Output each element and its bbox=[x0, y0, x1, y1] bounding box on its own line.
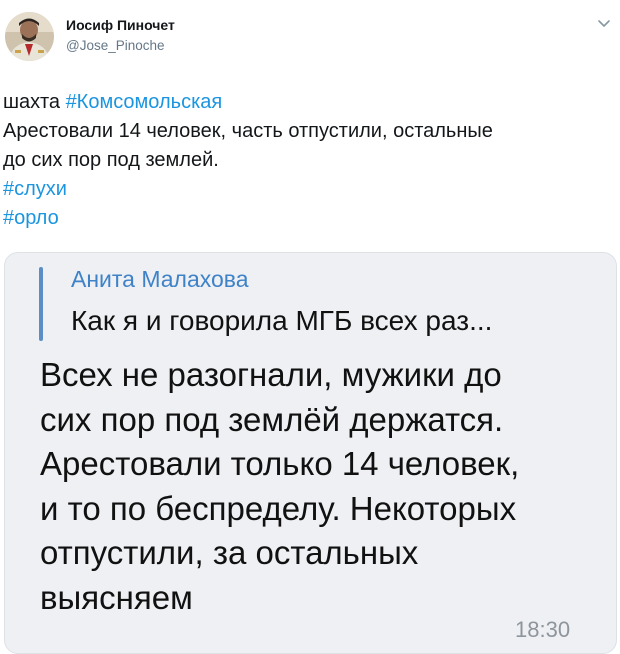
avatar[interactable] bbox=[5, 12, 54, 61]
message-line: Арестовали только 14 человек, bbox=[40, 445, 520, 482]
reply-author: Анита Малахова bbox=[71, 266, 249, 292]
message-body: Всех не разогнали, мужики до сих пор под… bbox=[40, 353, 600, 620]
author-name[interactable]: Иосиф Пиночет bbox=[66, 17, 175, 33]
author-handle[interactable]: @Jose_Pinoche bbox=[66, 38, 165, 53]
tweet-text-prefix: шахта bbox=[3, 91, 66, 113]
tweet-line: Арестовали 14 человек, часть отпустили, … bbox=[3, 120, 493, 142]
message-line: отпустили, за остальных bbox=[40, 534, 419, 571]
reply-text: Как я и говорила МГБ всех раз... bbox=[71, 305, 493, 336]
reply-quote-bar bbox=[39, 267, 43, 341]
hashtag-link[interactable]: #орло bbox=[3, 204, 613, 233]
message-line: Всех не разогнали, мужики до bbox=[40, 356, 502, 393]
tweet-line: до сих пор под землей. bbox=[3, 149, 219, 171]
hashtag-link[interactable]: #слухи bbox=[3, 175, 613, 204]
tweet-line: шахта #Комсомольская bbox=[3, 88, 613, 117]
message-line: выясняем bbox=[40, 578, 193, 616]
message-line: сих пор под землёй держатся. bbox=[40, 400, 504, 438]
message-line: и то по беспределу. Некоторых bbox=[40, 489, 517, 527]
message-time: 18:30 bbox=[515, 617, 571, 642]
hashtag-link[interactable]: #Комсомольская bbox=[66, 91, 223, 113]
tweet-card: Иосиф Пиночет @Jose_Pinoche шахта #Комсо… bbox=[0, 0, 620, 654]
attached-screenshot[interactable]: Анита Малахова Как я и говорила МГБ всех… bbox=[4, 252, 617, 654]
avatar-portrait-icon bbox=[5, 12, 54, 61]
tweet-text: шахта #Комсомольская Арестовали 14 челов… bbox=[3, 88, 613, 233]
chevron-down-icon[interactable] bbox=[596, 16, 612, 32]
